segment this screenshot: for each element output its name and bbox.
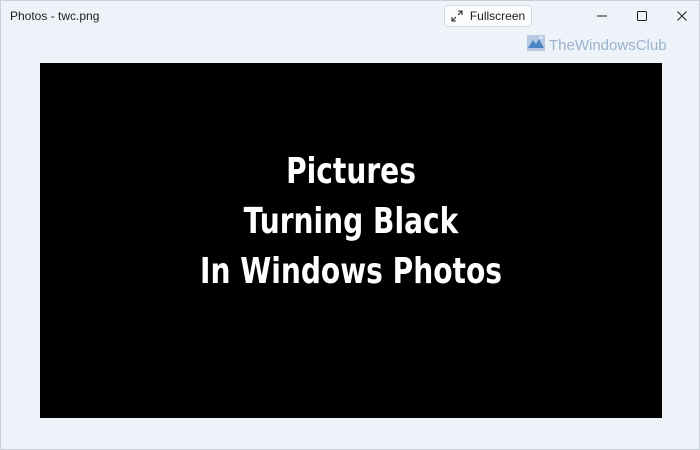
close-button[interactable] [659,1,699,31]
title-bar[interactable]: Photos - twc.png Fullscreen [1,1,699,31]
watermark: TheWindowsClub [527,35,667,56]
watermark-text: TheWindowsClub [549,37,667,54]
headline-line-3: In Windows Photos [200,251,502,292]
headline-line-1: Pictures [286,151,416,192]
window-title: Photos - twc.png [10,9,100,23]
headline-line-2: Turning Black [243,201,459,242]
twc-logo-icon [527,35,545,56]
image-headline: Pictures Turning Black In Windows Photos [108,147,593,297]
photo-canvas: Pictures Turning Black In Windows Photos [40,63,662,418]
maximize-icon [637,11,647,21]
fullscreen-label: Fullscreen [469,9,526,23]
close-icon [677,11,687,21]
minimize-icon [597,11,607,21]
fullscreen-button[interactable]: Fullscreen [444,5,532,27]
photos-window: Photos - twc.png Fullscreen TheWindowsCl… [0,0,700,450]
expand-icon [451,10,463,22]
